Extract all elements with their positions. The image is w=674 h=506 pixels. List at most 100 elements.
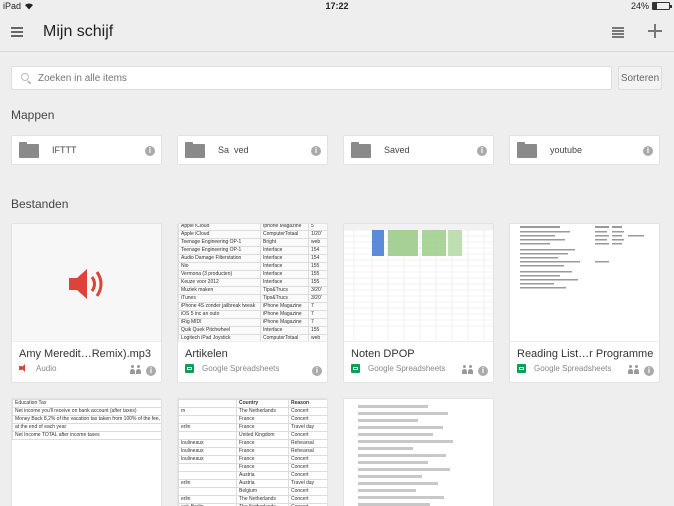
- folder-sa-ved[interactable]: Sa ved i: [177, 135, 328, 165]
- sheet-cell: iPhone Magazine: [260, 302, 309, 311]
- file-type: Google Spreadsheets: [368, 364, 446, 373]
- file-type: Google Spreadsheets: [202, 364, 280, 373]
- info-icon[interactable]: i: [312, 366, 322, 376]
- sort-button[interactable]: Sorteren: [618, 66, 662, 90]
- file-card-noten-dpop[interactable]: Noten DPOP Google Spreadsheets i: [343, 223, 494, 383]
- sheet-cell: Quik Quek Pitchwheel: [178, 326, 261, 335]
- sheet-cell: United Kingdom: [236, 431, 289, 440]
- sheet-row: Teenage Engineering OP-1 Interface 154: [178, 246, 327, 255]
- folder-name: youtube: [550, 145, 583, 155]
- file-name: Reading List…r Programme: [517, 348, 654, 360]
- sheet-row: loulineaux France Rehearsal: [178, 439, 327, 448]
- sheet-cell: 1/20': [308, 230, 327, 239]
- sheet-cell: 3/20': [308, 286, 327, 295]
- info-icon[interactable]: i: [146, 366, 156, 376]
- sheet-row: Logitech iPad Joystick ComputerTotaal web: [178, 334, 327, 341]
- info-icon[interactable]: i: [145, 146, 155, 156]
- sheet-row: Apple iCloud ComputerTotaal 1/20': [178, 230, 327, 239]
- info-icon[interactable]: i: [311, 146, 321, 156]
- file-name: Amy Meredit…Remix).mp3: [19, 348, 152, 360]
- sheet-cell: ComputerTotaal: [260, 230, 309, 239]
- sheet-cell: [178, 415, 237, 424]
- sheet-cell: 155: [308, 262, 327, 271]
- add-new-icon[interactable]: [648, 24, 662, 38]
- sheet-cell: m: [178, 407, 237, 416]
- file-card-artikelen[interactable]: Apple iCloud Iphone Magazine 5 Apple iCloud…: [177, 223, 328, 383]
- sheet-cell: Bright: [260, 238, 309, 247]
- file-thumbnail: [12, 224, 161, 342]
- sheet-cell: Rehearsal: [288, 439, 327, 448]
- shared-people-icon: [462, 365, 474, 374]
- sheet-cell: France: [236, 423, 289, 432]
- sheet-cell: ComputerTotaal: [260, 334, 309, 341]
- page-title: Mijn schijf: [43, 23, 114, 40]
- sheet-row: erlin The Netherlands Concert: [178, 495, 327, 504]
- sheet-cell: 7: [308, 318, 327, 327]
- folder-saved[interactable]: Saved i: [343, 135, 494, 165]
- sheet-cell: Interface: [260, 326, 309, 335]
- sheet-cell: 154: [308, 254, 327, 263]
- sheet-cell: France: [236, 463, 289, 472]
- sheet-header-row: Country Reason: [178, 399, 327, 408]
- sheet-cell: Teenage Engineering OP-1: [178, 246, 261, 255]
- sheet-cell: Concert: [288, 431, 327, 440]
- spreadsheet-preview: Education Tax Net income you'll receive o…: [12, 399, 161, 440]
- file-card-reading-list[interactable]: Reading List…r Programme Google Spreadsh…: [509, 223, 660, 383]
- status-bar: iPad 17:22 24%: [0, 0, 674, 12]
- search-box[interactable]: [11, 66, 612, 90]
- shared-people-icon: [628, 365, 640, 374]
- sheet-cell: 154: [308, 246, 327, 255]
- sheet-row: iTunes Tips&Trucs 3/20': [178, 294, 327, 303]
- spreadsheet-preview: Apple iCloud Iphone Magazine 5 Apple iCloud…: [178, 224, 327, 341]
- sheet-row: erlin France Travel day: [178, 423, 327, 432]
- sheet-cell: iPhone Magazine: [260, 310, 309, 319]
- spreadsheet-preview: [344, 224, 493, 341]
- sheet-cell: The Netherlands: [236, 495, 289, 504]
- sheet-cell: 155: [308, 278, 327, 287]
- folder-name: IFTTT: [52, 145, 77, 155]
- info-icon[interactable]: i: [478, 366, 488, 376]
- file-card-budget[interactable]: Education Tax Net income you'll receive o…: [11, 398, 162, 506]
- sheet-cell: Travel day: [288, 479, 327, 488]
- sheet-row: Vermona (3 producten) Interface 155: [178, 270, 327, 279]
- sheet-row: iRig MIDI iPhone Magazine 7: [178, 318, 327, 327]
- file-card-audio[interactable]: Amy Meredit…Remix).mp3 Audio i: [11, 223, 162, 383]
- spreadsheet-preview: [520, 226, 644, 289]
- list-view-icon[interactable]: [612, 27, 624, 38]
- file-thumbnail: [344, 399, 493, 506]
- file-card-blurred-document[interactable]: [343, 398, 494, 506]
- search-icon: [21, 73, 31, 83]
- sheet-row: Belgium Concert: [178, 487, 327, 496]
- info-icon[interactable]: i: [643, 146, 653, 156]
- sheet-cell: erlin: [178, 495, 237, 504]
- sheet-cell: Rehearsal: [288, 447, 327, 456]
- audio-type-icon: [19, 364, 28, 373]
- drive-app: iPad 17:22 24% Mijn schijf Sorteren Mapp…: [0, 0, 674, 506]
- sheet-cell: Net Income TOTAL after income taxes: [12, 431, 161, 440]
- hamburger-menu-icon[interactable]: [11, 27, 23, 37]
- sheet-row: at the end of each year: [12, 423, 161, 432]
- sheet-cell: 7: [308, 302, 327, 311]
- sheet-row: France Concert: [178, 463, 327, 472]
- speaker-icon: [69, 269, 103, 299]
- sheet-row: Quik Quek Pitchwheel Interface 155: [178, 326, 327, 335]
- file-thumbnail: Apple iCloud Iphone Magazine 5 Apple iCloud…: [178, 224, 327, 342]
- folder-icon: [185, 142, 205, 158]
- files-heading: Bestanden: [11, 197, 69, 211]
- sheet-cell: The Netherlands: [236, 407, 289, 416]
- sheet-cell: Country: [236, 399, 289, 408]
- folder-youtube[interactable]: youtube i: [509, 135, 660, 165]
- sheet-cell: loulineaux: [178, 447, 237, 456]
- sheet-cell: erlin: [178, 479, 237, 488]
- sheet-row: m The Netherlands Concert: [178, 407, 327, 416]
- spreadsheet-type-icon: [351, 364, 360, 373]
- folder-ifttt[interactable]: IFTTT i: [11, 135, 162, 165]
- file-type: Audio: [36, 364, 57, 373]
- sheet-cell: Concert: [288, 463, 327, 472]
- sheet-cell: Money Back 8,2% of the vacation tax take…: [12, 415, 161, 424]
- sheet-cell: Concert: [288, 471, 327, 480]
- info-icon[interactable]: i: [644, 366, 654, 376]
- search-input[interactable]: [38, 72, 598, 84]
- file-card-tour-schedule[interactable]: Country Reason m The Netherlands Concert Fran…: [177, 398, 328, 506]
- info-icon[interactable]: i: [477, 146, 487, 156]
